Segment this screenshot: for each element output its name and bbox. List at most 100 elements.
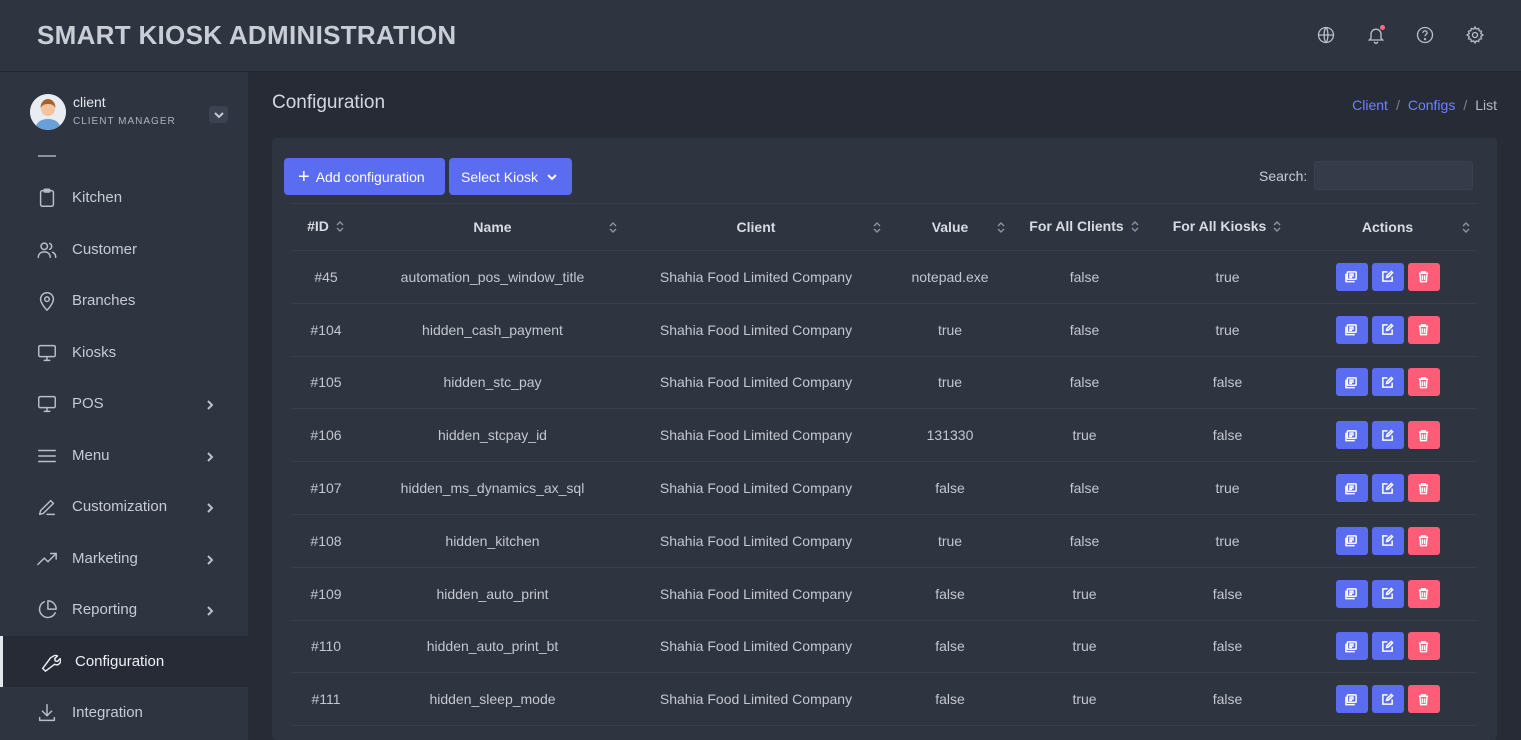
cell-for-all-clients: true — [1012, 620, 1157, 674]
column-header-actions[interactable]: Actions — [1298, 203, 1477, 251]
view-button[interactable] — [1335, 262, 1368, 291]
edit-button[interactable] — [1371, 368, 1404, 397]
sidebar-item-integration[interactable]: Integration — [0, 687, 248, 738]
chevron-right-icon — [204, 450, 216, 462]
delete-button[interactable] — [1407, 315, 1440, 344]
trash-icon — [1418, 641, 1429, 653]
cell-client: Shahia Food Limited Company — [624, 514, 888, 568]
cell-id: #104 — [291, 303, 361, 357]
cell-for-all-clients: true — [1012, 672, 1157, 727]
column-header-for-all-clients[interactable]: For All Clients — [1012, 203, 1157, 251]
view-button[interactable] — [1335, 579, 1368, 608]
column-header-client[interactable]: Client — [624, 203, 888, 251]
menu-icon — [35, 444, 59, 468]
gear-icon[interactable] — [1464, 24, 1486, 46]
row-actions — [1335, 579, 1440, 608]
delete-button[interactable] — [1407, 421, 1440, 450]
sidebar-item-kitchen[interactable]: Kitchen — [0, 172, 248, 223]
monitor-icon — [35, 341, 59, 365]
edit-icon — [1382, 693, 1394, 705]
app-title: SMART KIOSK ADMINISTRATION — [37, 20, 457, 50]
cell-for-all-kiosks: true — [1157, 250, 1298, 304]
view-button[interactable] — [1335, 368, 1368, 397]
sidebar-item-customer[interactable]: Customer — [0, 224, 248, 275]
edit-button[interactable] — [1371, 579, 1404, 608]
view-icon — [1345, 271, 1357, 283]
search-label: Search: — [1259, 168, 1308, 184]
sidebar-item-label: Configuration — [75, 653, 165, 670]
sidebar-item-kiosks[interactable]: Kiosks — [0, 327, 248, 378]
cell-id: #111 — [291, 672, 361, 727]
edit-button[interactable] — [1371, 526, 1404, 555]
view-button[interactable] — [1335, 632, 1368, 661]
bell-icon[interactable] — [1365, 24, 1387, 46]
sidebar-item-pos[interactable]: POS — [0, 378, 248, 429]
table-row: #45 automation_pos_window_title Shahia F… — [291, 250, 1477, 304]
help-icon[interactable] — [1414, 24, 1436, 46]
delete-button[interactable] — [1407, 579, 1440, 608]
trending-up-icon — [35, 547, 59, 571]
globe-icon[interactable] — [1315, 24, 1337, 46]
delete-button[interactable] — [1407, 685, 1440, 714]
delete-button[interactable] — [1407, 262, 1440, 291]
edit-button[interactable] — [1371, 685, 1404, 714]
sidebar-item-customization[interactable]: Customization — [0, 481, 248, 532]
breadcrumb-client[interactable]: Client — [1352, 97, 1388, 113]
delete-button[interactable] — [1407, 474, 1440, 503]
edit-button[interactable] — [1371, 262, 1404, 291]
view-icon — [1345, 693, 1357, 706]
delete-button[interactable] — [1407, 526, 1440, 555]
cell-for-all-clients: true — [1012, 567, 1157, 621]
cell-name: hidden_auto_print — [361, 567, 624, 621]
column-header-value[interactable]: Value — [888, 203, 1012, 251]
search-input[interactable] — [1314, 161, 1473, 190]
view-button[interactable] — [1335, 526, 1368, 555]
cell-value: true — [888, 303, 1012, 357]
view-button[interactable] — [1335, 421, 1368, 450]
cell-id: #45 — [291, 250, 361, 304]
cell-value: true — [888, 514, 1012, 568]
trash-icon — [1418, 482, 1429, 494]
table-row: #107 hidden_ms_dynamics_ax_sql Shahia Fo… — [291, 461, 1477, 515]
cell-value: false — [888, 620, 1012, 674]
row-actions — [1335, 262, 1440, 291]
view-icon — [1345, 429, 1357, 442]
edit-button[interactable] — [1371, 474, 1404, 503]
sidebar-item-label: Integration — [72, 704, 143, 721]
view-button[interactable] — [1335, 685, 1368, 714]
edit-icon — [1382, 587, 1394, 600]
edit-button[interactable] — [1371, 421, 1404, 450]
table-row: #109 hidden_auto_print Shahia Food Limit… — [291, 567, 1477, 621]
cell-client: Shahia Food Limited Company — [624, 620, 888, 674]
cell-actions — [1298, 514, 1477, 568]
chevron-right-icon — [204, 501, 216, 513]
cell-for-all-clients: false — [1012, 303, 1157, 357]
breadcrumb-configs[interactable]: Configs — [1408, 97, 1455, 113]
cell-for-all-clients: false — [1012, 461, 1157, 515]
column-header-name[interactable]: Name — [361, 203, 624, 251]
view-button[interactable] — [1335, 315, 1368, 344]
edit-button[interactable] — [1371, 315, 1404, 344]
monitor-icon — [35, 392, 59, 416]
sidebar-item-marketing[interactable]: Marketing — [0, 533, 248, 584]
edit-icon — [1382, 323, 1394, 336]
delete-button[interactable] — [1407, 632, 1440, 661]
sidebar-item-label: Customization — [72, 498, 168, 515]
sidebar-item-branches[interactable]: Branches — [0, 275, 248, 326]
view-button[interactable] — [1335, 474, 1368, 503]
user-menu-toggle[interactable] — [209, 106, 228, 123]
cell-name: hidden_cash_payment — [361, 303, 624, 357]
config-card: + Add configuration Select Kiosk Search:… — [272, 138, 1497, 740]
edit-button[interactable] — [1371, 632, 1404, 661]
delete-button[interactable] — [1407, 368, 1440, 397]
sidebar-item-menu[interactable]: Menu — [0, 430, 248, 481]
cell-client: Shahia Food Limited Company — [624, 250, 888, 304]
select-kiosk-dropdown[interactable]: Select Kiosk — [449, 158, 572, 195]
column-header-id[interactable]: #ID — [291, 203, 361, 251]
sidebar-item-configuration[interactable]: Configuration — [0, 636, 248, 687]
table-row: #105 hidden_stc_pay Shahia Food Limited … — [291, 356, 1477, 410]
add-configuration-button[interactable]: + Add configuration — [284, 158, 445, 195]
sidebar: client CLIENT MANAGER Kitchen Customer B… — [0, 72, 248, 740]
sidebar-item-reporting[interactable]: Reporting — [0, 584, 248, 635]
column-header-for-all-kiosks[interactable]: For All Kiosks — [1157, 203, 1298, 251]
